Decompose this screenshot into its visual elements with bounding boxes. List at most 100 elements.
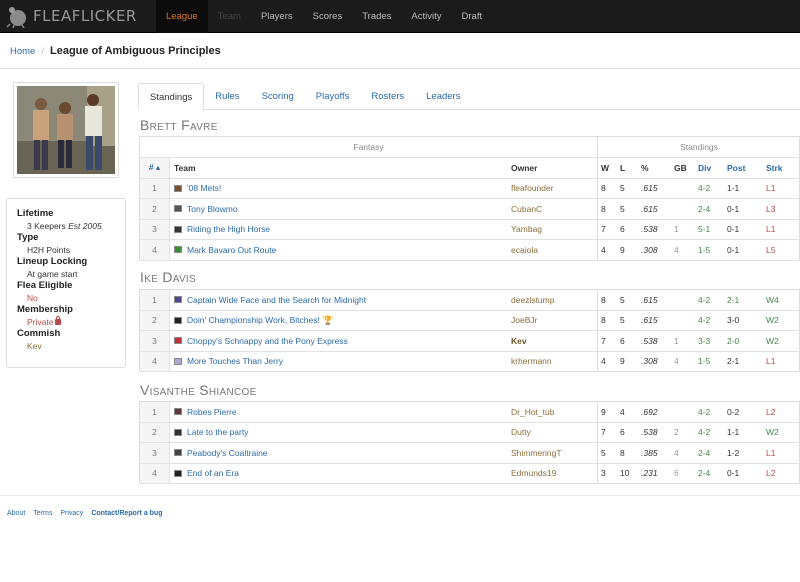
rank-column-header[interactable]: # ▴ [140, 158, 170, 178]
team-logo-icon [174, 246, 182, 254]
team-name-link[interactable]: Tony Blowmo [187, 204, 238, 214]
team-name-link[interactable]: '08 Mets! [187, 183, 221, 193]
owner-cell[interactable]: krhermann [511, 352, 552, 372]
team-name-link[interactable]: Robes Pierre [187, 407, 237, 417]
tab-standings[interactable]: Standings [138, 83, 205, 111]
footer-terms-link[interactable]: Terms [33, 510, 52, 517]
team-name-link[interactable]: Doin' Championship Work, Bitches! [187, 315, 320, 325]
owner-cell[interactable]: ShimmeringT [511, 443, 562, 463]
column-divider [597, 158, 598, 178]
team-name-link[interactable]: End of an Era [187, 468, 239, 478]
losses-cell: 6 [620, 427, 625, 438]
footer-links: About Terms Privacy Contact/Report a bug [7, 510, 170, 517]
team-cell[interactable]: Riding the High Horse [174, 220, 270, 240]
team-name-link[interactable]: Peabody's Coaltraine [187, 448, 268, 458]
table-row: 1 Robes Pierre Dr_Hot_tub 9 4 .692 4-2 0-2 L2 [139, 402, 800, 423]
team-cell[interactable]: '08 Mets! [174, 179, 221, 199]
team-cell[interactable]: Choppy's Schnappy and the Pony Express [174, 331, 348, 351]
team-name-link[interactable]: Riding the High Horse [187, 224, 270, 234]
team-cell[interactable]: More Touches Than Jerry [174, 352, 283, 372]
nav-draft[interactable]: Draft [452, 0, 493, 33]
pct-cell: .615 [641, 315, 658, 326]
team-name-link[interactable]: Captain Wide Face and the Search for Mid… [187, 295, 366, 305]
tab-scoring[interactable]: Scoring [251, 83, 305, 110]
gb-cell: 4 [674, 356, 679, 367]
footer-privacy-link[interactable]: Privacy [60, 510, 83, 517]
streak-cell: L1 [766, 447, 776, 458]
wins-cell: 7 [601, 427, 606, 438]
membership-text: Private [27, 317, 54, 327]
tab-rules[interactable]: Rules [204, 83, 250, 110]
division-record-cell: 5-1 [698, 224, 711, 235]
commish-value[interactable]: Kev [17, 340, 115, 352]
established-text: Est 2005 [68, 221, 102, 231]
post-column-header[interactable]: Post [727, 158, 745, 178]
team-logo-icon [174, 408, 182, 416]
losses-cell: 5 [620, 294, 625, 305]
footer-contact-link[interactable]: Contact/Report a bug [91, 510, 162, 517]
postseason-record-cell: 0-2 [727, 406, 740, 417]
owner-cell[interactable]: Kev [511, 331, 527, 351]
rank-cell: 4 [140, 463, 170, 483]
division-record-cell: 1-5 [698, 356, 711, 367]
owner-cell[interactable]: JoeBJr [511, 311, 537, 331]
column-divider [597, 331, 598, 351]
owner-cell[interactable]: CubanC [511, 199, 542, 219]
division-record-cell: 4-2 [698, 294, 711, 305]
team-cell[interactable]: Robes Pierre [174, 402, 237, 422]
nav-team[interactable]: Team [208, 0, 251, 33]
owner-cell[interactable]: Dutty [511, 423, 531, 443]
tab-rosters[interactable]: Rosters [360, 83, 415, 110]
owner-cell[interactable]: deezlstump [511, 290, 554, 310]
team-cell[interactable]: Captain Wide Face and the Search for Mid… [174, 290, 366, 310]
breadcrumb-home-link[interactable]: Home [10, 46, 35, 57]
team-name-link[interactable]: More Touches Than Jerry [187, 356, 283, 366]
nav-league[interactable]: League [156, 0, 208, 33]
brand-logo[interactable]: FLEAFLICKER [6, 3, 137, 29]
owner-cell[interactable]: Yambag [511, 220, 542, 240]
flea-logo-icon [6, 7, 26, 28]
pct-cell: .385 [641, 447, 658, 458]
team-cell[interactable]: Late to the party [174, 423, 248, 443]
team-cell[interactable]: Peabody's Coaltraine [174, 443, 268, 463]
div-column-header[interactable]: Div [698, 158, 711, 178]
nav-trades[interactable]: Trades [352, 0, 401, 33]
team-name-link[interactable]: Mark Bavaro Out Route [187, 245, 276, 255]
tab-leaders[interactable]: Leaders [415, 83, 471, 110]
tab-playoffs[interactable]: Playoffs [305, 83, 361, 110]
team-cell[interactable]: Tony Blowmo [174, 199, 238, 219]
division-title: Ike Davis [140, 269, 196, 285]
gb-cell: 6 [674, 468, 679, 479]
postseason-record-cell: 2-1 [727, 356, 740, 367]
nav-players[interactable]: Players [251, 0, 303, 33]
team-cell[interactable]: Doin' Championship Work, Bitches! 🏆 [174, 311, 333, 331]
standings-group-label: Standings [680, 142, 718, 152]
wins-cell: 4 [601, 244, 606, 255]
streak-column-header[interactable]: Strk [766, 158, 783, 178]
rank-cell: 4 [140, 351, 170, 371]
owner-cell[interactable]: Edmunds19 [511, 464, 556, 484]
streak-cell: L1 [766, 183, 776, 194]
owner-cell[interactable]: fleafounder [511, 179, 554, 199]
footer-about-link[interactable]: About [7, 510, 25, 517]
nav-activity[interactable]: Activity [401, 0, 451, 33]
brand-name: FLEAFLICKER [33, 7, 137, 25]
division-record-cell: 1-5 [698, 244, 711, 255]
streak-cell: W2 [766, 315, 779, 326]
team-name-link[interactable]: Choppy's Schnappy and the Pony Express [187, 336, 348, 346]
league-photo [17, 86, 115, 174]
lineup-locking-value: At game start [27, 269, 78, 279]
wins-cell: 3 [601, 468, 606, 479]
owner-cell[interactable]: ecaiola [511, 240, 538, 260]
wins-cell: 4 [601, 356, 606, 367]
team-name-link[interactable]: Late to the party [187, 427, 248, 437]
nav-scores[interactable]: Scores [303, 0, 353, 33]
team-cell[interactable]: End of an Era [174, 464, 239, 484]
postseason-record-cell: 1-2 [727, 447, 740, 458]
rank-cell: 2 [140, 310, 170, 330]
division-record-cell: 2-4 [698, 447, 711, 458]
division-record-cell: 4-2 [698, 427, 711, 438]
team-cell[interactable]: Mark Bavaro Out Route [174, 240, 276, 260]
wins-cell: 5 [601, 447, 606, 458]
owner-cell[interactable]: Dr_Hot_tub [511, 402, 554, 422]
